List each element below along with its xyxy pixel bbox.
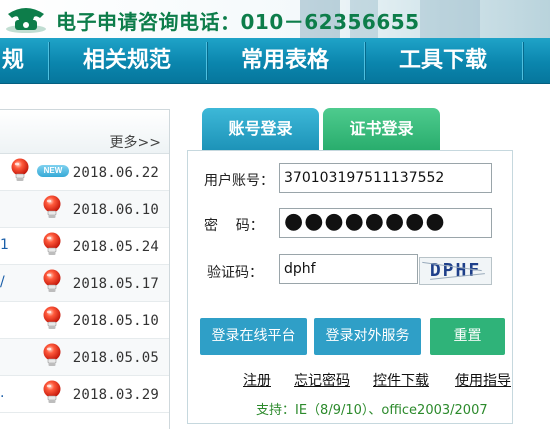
- captcha-image[interactable]: DPHF: [419, 257, 492, 285]
- news-date: 2018.05.17: [72, 276, 159, 292]
- nav-item-common-forms[interactable]: 常用表格: [207, 38, 363, 84]
- header-banner: 电子申请咨询电话：010－62356655: [0, 0, 550, 38]
- news-row[interactable]: 2018.05.05: [0, 339, 169, 376]
- news-date: 2018.06.22: [72, 165, 159, 181]
- nav-item-partial[interactable]: 规: [0, 38, 32, 84]
- reset-button[interactable]: 重置: [430, 318, 505, 355]
- account-input[interactable]: 370103197511137552: [279, 163, 492, 193]
- captcha-label: 验证码：: [207, 265, 263, 281]
- nav-item-tool-download[interactable]: 工具下载: [365, 38, 521, 84]
- lightbulb-icon: [42, 380, 62, 406]
- register-link[interactable]: 注册: [243, 370, 271, 390]
- nav-divider: [522, 42, 523, 80]
- news-list: 更多>> NEW 2018.06.22 2018.06.10 1 2018.05.24 /…: [0, 109, 170, 429]
- browser-support-text: 支持：IE（8/9/10）、office2003/2007: [256, 403, 488, 418]
- nav-item-related-standards[interactable]: 相关规范: [49, 38, 205, 84]
- news-date: 2018.05.24: [72, 239, 159, 255]
- account-label: 用户账号：: [204, 173, 274, 189]
- tab-certificate-login[interactable]: 证书登录: [323, 108, 440, 150]
- telephone-icon: [6, 8, 46, 33]
- lightbulb-icon: [42, 195, 62, 221]
- more-link[interactable]: 更多>>: [110, 132, 161, 152]
- news-title-fragment[interactable]: 1: [0, 237, 9, 253]
- news-date: 2018.03.29: [72, 387, 159, 403]
- news-row[interactable]: 2018.06.10: [0, 191, 169, 228]
- tab-account-login[interactable]: 账号登录: [202, 108, 319, 150]
- news-date: 2018.05.10: [72, 313, 159, 329]
- banner-building: [420, 0, 480, 38]
- lightbulb-icon: [42, 232, 62, 258]
- news-row[interactable]: 2018.05.10: [0, 302, 169, 339]
- lightbulb-icon: [42, 343, 62, 369]
- captcha-input[interactable]: dphf: [279, 254, 418, 284]
- news-date: 2018.06.10: [72, 202, 159, 218]
- login-online-platform-button[interactable]: 登录在线平台: [200, 318, 307, 355]
- news-row[interactable]: . 2018.03.29: [0, 376, 169, 413]
- news-title-fragment[interactable]: /: [0, 274, 5, 290]
- main-nav: 规 相关规范 常用表格 工具下载: [0, 38, 550, 84]
- control-download-link[interactable]: 控件下载: [373, 370, 429, 390]
- hotline-text: 电子申请咨询电话：010－62356655: [56, 10, 420, 34]
- login-external-service-button[interactable]: 登录对外服务: [314, 318, 421, 355]
- lightbulb-icon: [42, 306, 62, 332]
- news-row[interactable]: NEW 2018.06.22: [0, 154, 169, 191]
- forgot-password-link[interactable]: 忘记密码: [294, 370, 350, 390]
- new-badge: NEW: [37, 165, 69, 177]
- lightbulb-icon: [42, 269, 62, 295]
- news-header: 更多>>: [0, 110, 169, 154]
- password-label: 密 码：: [204, 218, 264, 234]
- news-title-fragment[interactable]: .: [0, 385, 4, 401]
- news-date: 2018.05.05: [72, 350, 159, 366]
- lightbulb-icon: [10, 158, 30, 184]
- news-row[interactable]: / 2018.05.17: [0, 265, 169, 302]
- password-input[interactable]: ●●●●●●●●: [279, 208, 492, 238]
- user-guide-link[interactable]: 使用指导: [455, 370, 511, 390]
- news-row[interactable]: 1 2018.05.24: [0, 228, 169, 265]
